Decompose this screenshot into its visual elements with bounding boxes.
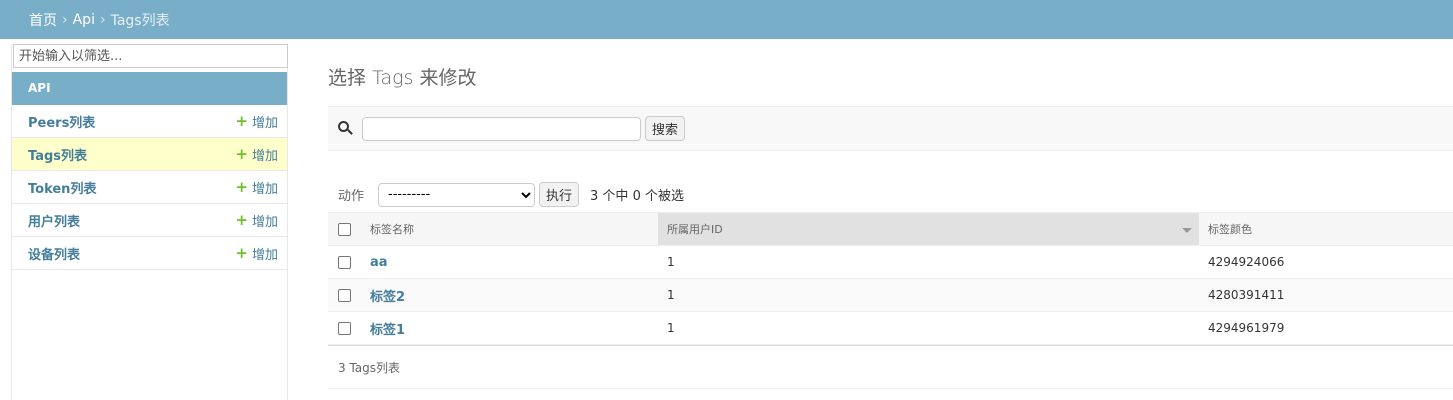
user-id-cell: 1 <box>658 278 1199 312</box>
table-row: 标签2 1 4280391411 <box>328 278 1453 312</box>
breadcrumb: 首页 › Api › Tags列表 <box>0 0 1453 39</box>
row-checkbox-cell <box>328 245 360 279</box>
plus-icon: + <box>235 244 248 262</box>
selection-counter: 3 个中 0 个被选 <box>590 189 684 204</box>
sort-arrow-icon[interactable] <box>1182 228 1192 233</box>
row-checkbox[interactable] <box>338 289 351 302</box>
table-row: 标签1 1 4294961979 <box>328 311 1453 345</box>
sidebar-item-tags: Tags列表 + 增加 <box>12 138 287 171</box>
tag-name-link[interactable]: 标签2 <box>370 290 405 305</box>
sidebar-item-label[interactable]: Token列表 <box>28 178 96 197</box>
tag-color-cell: 4294961979 <box>1199 311 1453 345</box>
sidebar-item-label[interactable]: 设备列表 <box>28 244 80 263</box>
sidebar: API Peers列表 +增加 Tags列表 +增加 Token列表 +增加 用… <box>11 44 288 400</box>
search-bar: 搜索 <box>328 106 1453 151</box>
search-button[interactable]: 搜索 <box>645 116 686 141</box>
go-button[interactable]: 执行 <box>539 182 580 207</box>
breadcrumb-app[interactable]: Api <box>73 12 95 28</box>
add-label: 增加 <box>251 115 278 131</box>
add-tags-button[interactable]: + 增加 <box>235 145 278 164</box>
tag-name-cell: aa <box>360 245 658 279</box>
add-label: 增加 <box>251 247 278 263</box>
user-id-cell: 1 <box>658 311 1199 345</box>
plus-icon: + <box>235 211 248 229</box>
nav-filter-input[interactable] <box>13 44 288 68</box>
search-icon <box>338 121 353 136</box>
tag-name-cell: 标签2 <box>360 278 658 312</box>
breadcrumb-current: Tags列表 <box>110 12 170 29</box>
row-checkbox-cell <box>328 311 360 345</box>
action-select[interactable]: --------- <box>378 182 536 207</box>
add-label: 增加 <box>251 148 278 164</box>
sidebar-item-peers: Peers列表 + 增加 <box>12 105 287 138</box>
column-header-color[interactable]: 标签颜色 <box>1199 212 1453 246</box>
add-label: 增加 <box>251 214 278 230</box>
actions-bar: 动作 --------- 执行 3 个中 0 个被选 <box>328 177 1453 212</box>
sidebar-item-label[interactable]: Peers列表 <box>28 112 95 131</box>
breadcrumb-separator: › <box>62 11 68 28</box>
page-title: 选择 Tags 来修改 <box>328 67 477 89</box>
tag-color-cell: 4280391411 <box>1199 278 1453 312</box>
column-header-name[interactable]: 标签名称 <box>360 212 658 246</box>
tag-color-cell: 4294924066 <box>1199 245 1453 279</box>
add-device-button[interactable]: + 增加 <box>235 244 278 263</box>
sidebar-item-label[interactable]: Tags列表 <box>28 145 87 164</box>
results-table: 标签名称 所属用户ID 标签颜色 aa 1 4294924066 标签2 1 4… <box>328 212 1453 345</box>
add-user-button[interactable]: + 增加 <box>235 211 278 230</box>
row-checkbox[interactable] <box>338 322 351 335</box>
table-header-row: 标签名称 所属用户ID 标签颜色 <box>328 212 1453 246</box>
add-label: 增加 <box>251 181 278 197</box>
search-input[interactable] <box>362 116 641 141</box>
sidebar-item-users: 用户列表 + 增加 <box>12 204 287 237</box>
plus-icon: + <box>235 145 248 163</box>
breadcrumb-separator: › <box>99 11 106 28</box>
tag-name-link[interactable]: 标签1 <box>370 323 405 338</box>
user-id-cell: 1 <box>658 245 1199 279</box>
module-caption-api[interactable]: API <box>12 72 287 105</box>
action-label: 动作 <box>338 189 365 204</box>
breadcrumb-home[interactable]: 首页 <box>29 10 57 30</box>
row-checkbox[interactable] <box>338 256 351 269</box>
sidebar-item-label[interactable]: 用户列表 <box>28 211 80 230</box>
tag-name-link[interactable]: aa <box>370 255 388 270</box>
main-content: 选择 Tags 来修改 搜索 动作 --------- 执行 3 个中 0 个被… <box>328 39 1453 389</box>
sidebar-item-token: Token列表 + 增加 <box>12 171 287 204</box>
sidebar-item-devices: 设备列表 + 增加 <box>12 237 287 270</box>
plus-icon: + <box>235 178 248 196</box>
select-all-checkbox[interactable] <box>338 222 351 236</box>
select-all-cell <box>328 212 360 246</box>
row-checkbox-cell <box>328 278 360 312</box>
add-peers-button[interactable]: + 增加 <box>235 112 278 131</box>
add-token-button[interactable]: + 增加 <box>235 178 278 197</box>
column-header-label: 所属用户ID <box>667 223 723 236</box>
column-header-user-id[interactable]: 所属用户ID <box>658 212 1199 246</box>
tag-name-cell: 标签1 <box>360 311 658 345</box>
plus-icon: + <box>235 112 248 130</box>
table-row: aa 1 4294924066 <box>328 245 1453 279</box>
paginator: 3 Tags列表 <box>328 345 1453 389</box>
